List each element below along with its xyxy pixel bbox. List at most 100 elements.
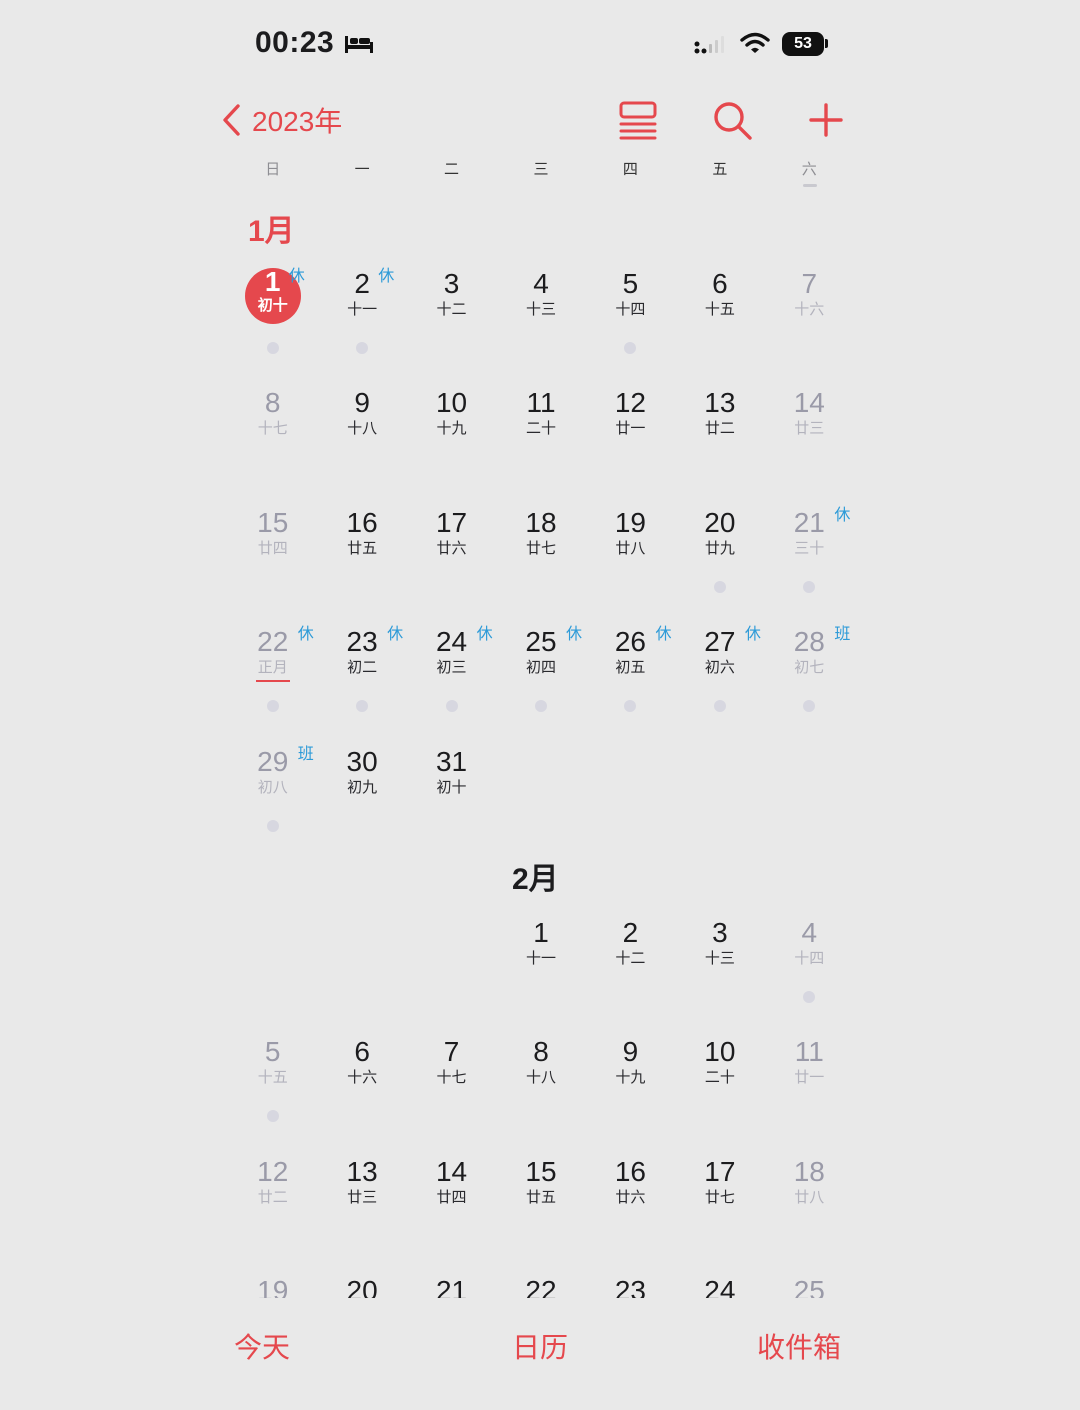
add-icon[interactable]	[802, 96, 850, 144]
tab-today[interactable]: 今天	[234, 1326, 290, 1366]
lunar-date: 廿二	[704, 420, 735, 438]
event-dot	[266, 700, 279, 713]
event-dot	[534, 700, 547, 713]
day-cell[interactable]: 19	[228, 1263, 317, 1298]
day-cell[interactable]: 22 正月休	[228, 614, 317, 733]
day-cell[interactable]: 17 廿六	[407, 495, 496, 614]
holiday-badge: 休	[566, 626, 583, 644]
day-number: 11	[526, 387, 556, 419]
day-cell[interactable]: 25	[765, 1263, 854, 1298]
day-cell[interactable]: 31 初十	[407, 734, 496, 853]
month-grid-feb: 1 十一 2 十二 3 十三 4 十四 5 十五 6 十六 7 十七 8 十八 9 十九 10 二十 11 廿一 12 廿二 1…	[228, 905, 854, 1298]
day-cell[interactable]: 6 十五	[675, 256, 764, 375]
day-number: 31	[435, 745, 468, 777]
day-cell[interactable]: 16 廿六	[586, 1144, 675, 1263]
tab-inbox[interactable]: 收件箱	[757, 1326, 841, 1366]
day-cell[interactable]: 29 初八班	[228, 734, 317, 853]
list-view-icon[interactable]	[614, 96, 662, 144]
day-cell[interactable]: 2 十一休	[317, 256, 406, 375]
tab-bar: 今天 日历 收件箱	[0, 1298, 1080, 1410]
day-cell[interactable]: 1 初十休	[228, 256, 317, 375]
day-number: 12	[257, 1155, 289, 1187]
day-cell[interactable]: 5 十五	[228, 1024, 317, 1143]
holiday-badge: 休	[288, 268, 305, 285]
month-grid-jan: 1 初十休 2 十一休 3 十二 4 十三 5 十四 6 十五 7 十六 8 十七 9 十八 10 十九 11 二十 12 廿…	[228, 256, 854, 853]
day-cell[interactable]: 12 廿一	[586, 375, 675, 494]
day-number: 7	[443, 1036, 460, 1068]
day-cell[interactable]: 14 廿三	[765, 375, 854, 494]
tab-calendars[interactable]: 日历	[512, 1326, 568, 1366]
day-cell[interactable]: 15 廿五	[496, 1144, 585, 1263]
workday-badge: 班	[297, 745, 314, 763]
month-list[interactable]: 1月 1 初十休 2 十一休 3 十二 4 十三 5 十四 6 十五 7 十六 8 十七 9 十八 10 十九 11 二十…	[0, 190, 1080, 1298]
search-icon[interactable]	[708, 96, 756, 144]
day-cell[interactable]: 16 廿五	[317, 495, 406, 614]
day-cell[interactable]: 9 十九	[586, 1024, 675, 1143]
lunar-date: 初二	[347, 659, 378, 677]
day-cell[interactable]: 26 初五休	[586, 614, 675, 733]
holiday-badge: 休	[378, 268, 395, 285]
day-cell[interactable]: 13 廿三	[317, 1144, 406, 1263]
day-cell[interactable]: 14 廿四	[407, 1144, 496, 1263]
weekday-fri: 五	[712, 161, 728, 178]
day-number: 13	[346, 1155, 378, 1187]
day-cell[interactable]: 18 廿八	[765, 1144, 854, 1263]
day-cell[interactable]: 20	[317, 1263, 406, 1298]
day-cell[interactable]: 2 十二	[586, 905, 675, 1024]
day-number: 16	[346, 506, 378, 538]
lunar-date: 廿九	[704, 539, 735, 557]
day-cell[interactable]: 28 初七班	[765, 614, 854, 733]
day-cell[interactable]: 13 廿二	[675, 375, 764, 494]
holiday-badge: 休	[476, 626, 493, 644]
day-cell[interactable]: 30 初九	[317, 734, 406, 853]
day-cell[interactable]: 10 十九	[407, 375, 496, 494]
day-cell[interactable]: 24 初三休	[407, 614, 496, 733]
day-cell[interactable]: 6 十六	[317, 1024, 406, 1143]
day-cell[interactable]: 8 十八	[496, 1024, 585, 1143]
day-cell[interactable]: 20 廿九	[675, 495, 764, 614]
lunar-date: 十三	[525, 301, 556, 318]
day-cell[interactable]: 18 廿七	[496, 495, 585, 614]
day-number: 18	[793, 1155, 825, 1187]
lunar-date: 十九	[615, 1069, 646, 1087]
lunar-date: 廿七	[704, 1188, 735, 1206]
day-cell[interactable]: 8 十七	[228, 375, 317, 494]
day-cell[interactable]: 1 十一	[496, 905, 585, 1024]
day-cell[interactable]: 11 廿一	[765, 1024, 854, 1143]
day-cell[interactable]: 12 廿二	[228, 1144, 317, 1263]
day-cell[interactable]: 19 廿八	[586, 495, 675, 614]
day-number: 8	[264, 387, 281, 419]
holiday-badge: 休	[655, 626, 672, 644]
day-cell[interactable]: 3 十二	[407, 256, 496, 375]
day-cell[interactable]: 17 廿七	[675, 1144, 764, 1263]
lunar-date: 廿二	[257, 1188, 288, 1206]
day-cell[interactable]: 10 二十	[675, 1024, 764, 1143]
day-cell[interactable]: 7 十六	[765, 256, 854, 375]
day-cell[interactable]: 3 十三	[675, 905, 764, 1024]
event-dot	[266, 1110, 279, 1123]
event-dot	[356, 342, 369, 354]
lunar-date: 十六	[347, 1069, 378, 1087]
day-cell[interactable]: 24	[675, 1263, 764, 1298]
day-cell[interactable]: 15 廿四	[228, 495, 317, 614]
day-cell[interactable]: 22	[496, 1263, 585, 1298]
day-cell[interactable]: 7 十七	[407, 1024, 496, 1143]
day-cell[interactable]: 23	[586, 1263, 675, 1298]
day-cell[interactable]: 5 十四	[586, 256, 675, 375]
lunar-date: 初三	[436, 659, 467, 677]
day-cell[interactable]: 4 十四	[765, 905, 854, 1024]
day-number: 4	[533, 268, 549, 299]
day-cell[interactable]: 21	[407, 1263, 496, 1298]
back-button[interactable]: 2023年	[220, 98, 342, 142]
day-cell[interactable]: 11 二十	[496, 375, 585, 494]
event-dot	[266, 819, 279, 832]
day-cell[interactable]: 23 初二休	[317, 614, 406, 733]
day-cell[interactable]: 9 十八	[317, 375, 406, 494]
holiday-badge: 休	[834, 506, 851, 524]
day-number: 17	[435, 506, 468, 538]
day-cell[interactable]: 25 初四休	[496, 614, 585, 733]
day-cell[interactable]: 4 十三	[496, 256, 585, 375]
day-cell[interactable]: 27 初六休	[675, 614, 764, 733]
day-cell[interactable]: 21 三十休	[765, 495, 854, 614]
battery-cap	[825, 39, 828, 48]
